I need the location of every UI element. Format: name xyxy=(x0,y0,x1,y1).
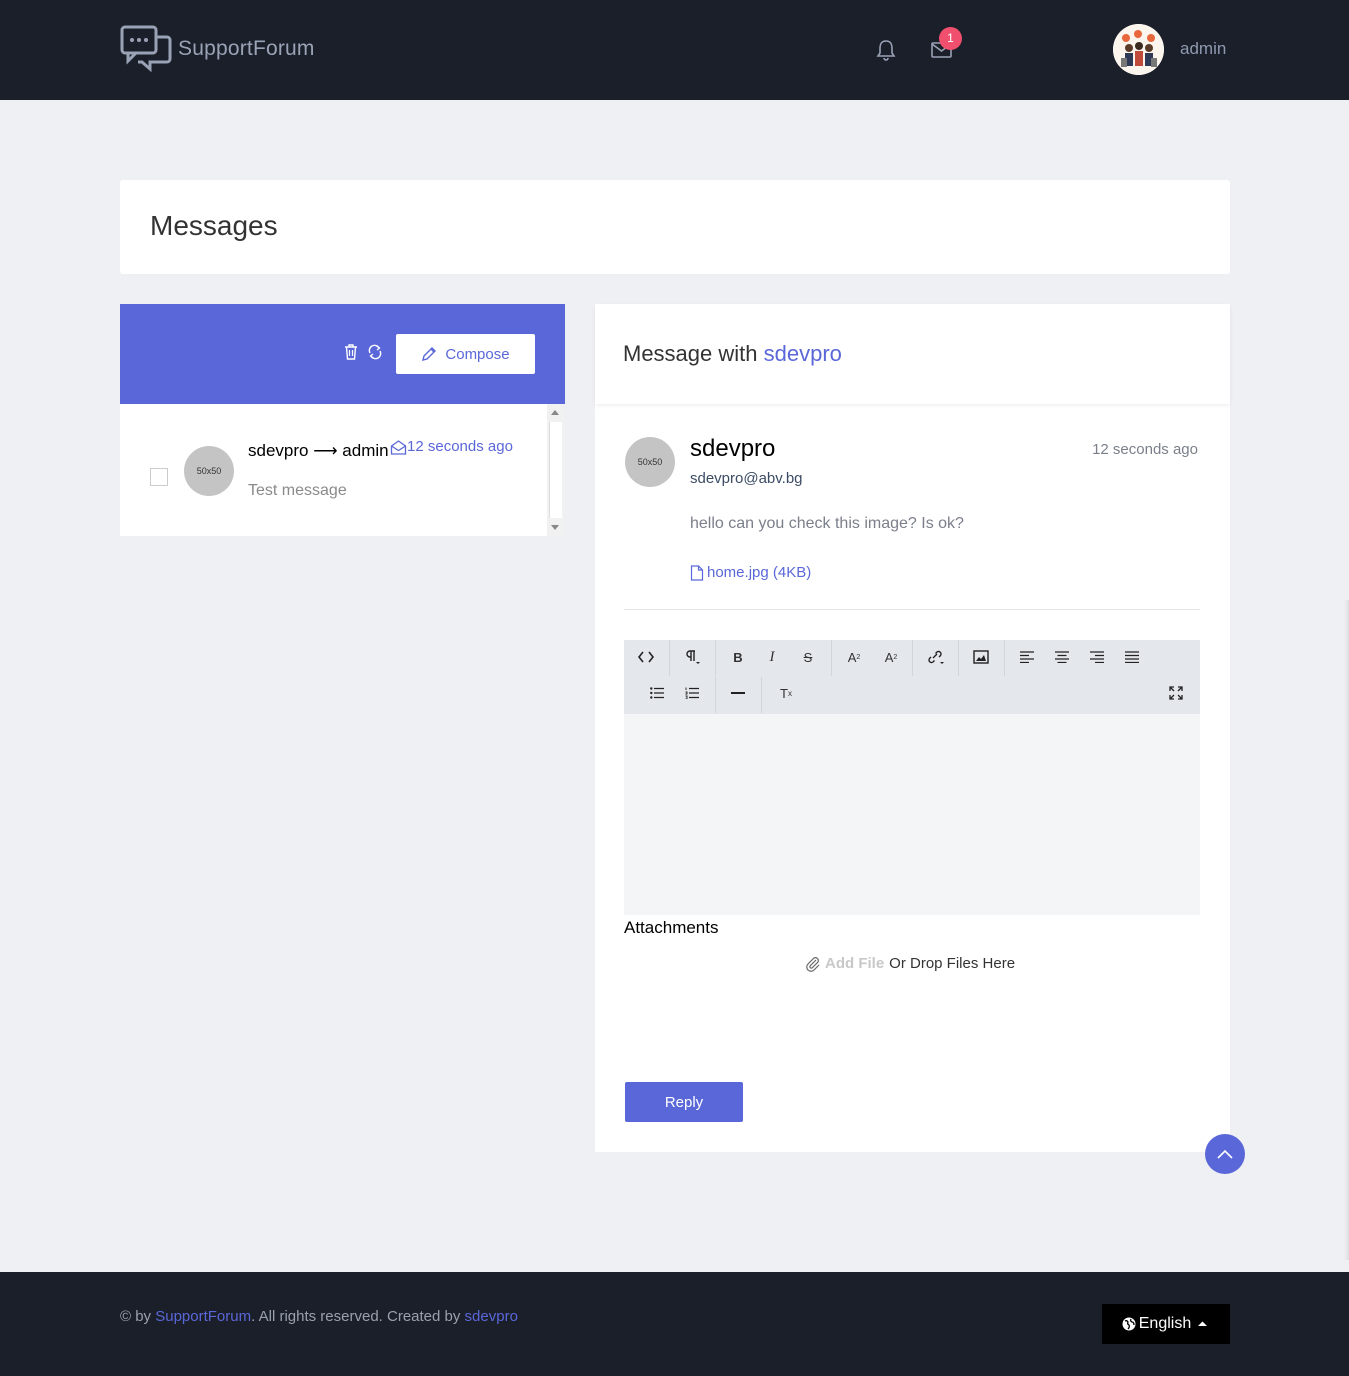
reply-button[interactable]: Reply xyxy=(625,1082,743,1122)
drop-files-text: Or Drop Files Here xyxy=(889,955,1016,972)
envelope-open-icon xyxy=(390,439,407,455)
conversation-header: Message with sdevpro xyxy=(595,304,1230,404)
sender-avatar: 50x50 xyxy=(625,437,675,487)
message-time-text: 12 seconds ago xyxy=(407,438,513,455)
page-title-card: Messages xyxy=(120,180,1230,274)
inbox-scrollbar[interactable] xyxy=(547,404,565,536)
conversation-title: Message with sdevpro xyxy=(623,341,842,367)
caret-up-icon xyxy=(1198,1321,1208,1326)
scroll-down-arrow-icon[interactable] xyxy=(551,524,559,530)
notifications-bell-icon[interactable] xyxy=(875,38,897,67)
bold-icon[interactable]: B xyxy=(724,643,752,671)
file-icon xyxy=(690,564,704,581)
toolbar-separator xyxy=(831,640,832,676)
image-icon[interactable] xyxy=(967,643,995,671)
toolbar-separator xyxy=(761,677,762,713)
align-left-icon[interactable] xyxy=(1013,643,1041,671)
compose-label: Compose xyxy=(445,345,510,363)
logo-text: SupportForum xyxy=(178,37,315,60)
refresh-icon[interactable] xyxy=(367,344,383,365)
message-sent-time: 12 seconds ago xyxy=(1092,441,1198,458)
attachments-label: Attachments xyxy=(624,918,719,937)
align-justify-icon[interactable] xyxy=(1118,643,1146,671)
language-selector[interactable]: English xyxy=(1102,1304,1230,1344)
inbox-toolbar: Compose xyxy=(120,304,565,404)
strikethrough-icon[interactable]: S xyxy=(794,643,822,671)
top-navbar: SupportForum 1 admin xyxy=(0,0,1349,100)
code-view-icon[interactable] xyxy=(632,643,660,671)
scroll-thumb[interactable] xyxy=(549,422,562,518)
chevron-up-icon xyxy=(1217,1149,1233,1159)
editor-toolbar: B I S A2 A2 Tx xyxy=(624,640,1200,714)
divider xyxy=(624,609,1200,610)
toolbar-separator xyxy=(958,640,959,676)
italic-icon[interactable]: I xyxy=(758,643,786,671)
conversation-panel: Message with sdevpro 50x50 sdevpro sdevp… xyxy=(595,304,1230,1152)
user-name[interactable]: admin xyxy=(1180,39,1226,59)
clear-formatting-icon[interactable]: Tx xyxy=(772,679,800,707)
page-title: Messages xyxy=(150,210,278,241)
message-select-checkbox[interactable] xyxy=(150,468,168,486)
toolbar-separator xyxy=(912,640,913,676)
edge-shadow xyxy=(1344,600,1349,1260)
logo[interactable]: SupportForum xyxy=(120,25,315,73)
toolbar-separator xyxy=(1004,640,1005,676)
globe-icon xyxy=(1122,1317,1136,1331)
copyright-text: © by SupportForum. All rights reserved. … xyxy=(120,1308,518,1325)
copyright-middle: . All rights reserved. Created by xyxy=(251,1308,465,1325)
scroll-to-top-button[interactable] xyxy=(1205,1134,1245,1174)
pencil-icon xyxy=(422,347,437,361)
user-avatar[interactable] xyxy=(1113,24,1164,75)
fullscreen-icon[interactable] xyxy=(1162,679,1190,707)
toolbar-separator xyxy=(669,640,670,676)
align-right-icon[interactable] xyxy=(1083,643,1111,671)
trash-icon[interactable] xyxy=(344,344,358,365)
file-dropzone[interactable]: Add File Or Drop Files Here xyxy=(805,955,1015,972)
message-preview: Test message xyxy=(248,482,347,499)
language-label: English xyxy=(1138,1315,1192,1332)
rich-text-editor: B I S A2 A2 Tx xyxy=(624,640,1200,915)
compose-button[interactable]: Compose xyxy=(396,334,535,374)
message-time: 12 seconds ago xyxy=(390,438,513,455)
conversation-user-link[interactable]: sdevpro xyxy=(764,341,842,366)
copyright-prefix: © by xyxy=(120,1308,156,1325)
messages-count-badge: 1 xyxy=(939,27,962,50)
toolbar-separator xyxy=(715,640,716,676)
footer-brand-link[interactable]: SupportForum xyxy=(155,1308,251,1325)
paperclip-icon xyxy=(806,956,820,972)
toolbar-separator xyxy=(715,677,716,713)
numbered-list-icon[interactable] xyxy=(678,679,706,707)
footer-author-link[interactable]: sdevpro xyxy=(465,1308,518,1325)
superscript-icon[interactable]: A2 xyxy=(840,643,868,671)
message-participants: sdevpro ⟶ admin xyxy=(248,441,389,460)
inbox-panel: Compose 50x50 sdevpro ⟶ admin 12 seconds… xyxy=(120,304,565,536)
align-center-icon[interactable] xyxy=(1048,643,1076,671)
scroll-up-arrow-icon[interactable] xyxy=(551,410,559,416)
subscript-icon[interactable]: A2 xyxy=(877,643,905,671)
editor-content-area[interactable] xyxy=(624,714,1200,915)
footer: © by SupportForum. All rights reserved. … xyxy=(0,1272,1349,1376)
sender-email: sdevpro@abv.bg xyxy=(690,470,803,487)
message-body: hello can you check this image? Is ok? xyxy=(690,515,964,532)
paragraph-format-icon[interactable] xyxy=(678,643,706,671)
link-icon[interactable] xyxy=(922,643,950,671)
avatar: 50x50 xyxy=(184,446,234,496)
attachment-name: home.jpg (4KB) xyxy=(707,564,812,581)
conversation-title-prefix: Message with xyxy=(623,341,758,366)
bulleted-list-icon[interactable] xyxy=(643,679,671,707)
horizontal-rule-icon[interactable] xyxy=(724,679,752,707)
sender-name: sdevpro xyxy=(690,435,776,462)
list-item[interactable]: 50x50 sdevpro ⟶ admin 12 seconds ago Tes… xyxy=(120,404,547,536)
add-file-link[interactable]: Add File xyxy=(825,955,884,972)
chat-logo-icon xyxy=(120,25,172,73)
attachment-link[interactable]: home.jpg (4KB) xyxy=(690,564,811,581)
